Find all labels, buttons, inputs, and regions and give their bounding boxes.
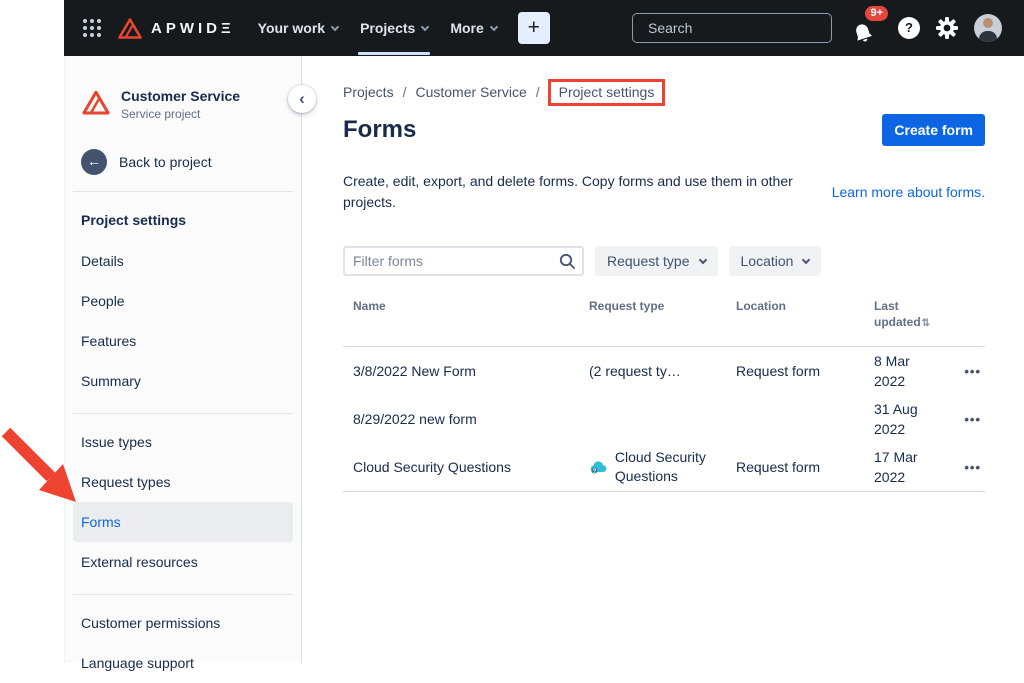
user-avatar[interactable] (974, 14, 1002, 42)
search-input[interactable] (648, 20, 829, 36)
nav-more[interactable]: More (439, 0, 507, 56)
breadcrumb: Projects / Customer Service / Project se… (343, 78, 985, 106)
top-navigation-bar: APWIDΞ Your work Projects More + 9+ ? (64, 0, 1024, 56)
create-plus-button[interactable]: + (518, 12, 550, 44)
create-form-button[interactable]: Create form (882, 114, 985, 146)
more-actions-button[interactable]: ••• (964, 364, 985, 379)
breadcrumb-project-settings[interactable]: Project settings (559, 84, 655, 100)
filter-forms-field (343, 246, 584, 276)
primary-nav: Your work Projects More (247, 0, 508, 56)
form-last-updated: 8 Mar 2022 (864, 351, 946, 391)
table-header-row: Name Request type Location Last updated⇅ (343, 298, 985, 347)
project-type: Service project (121, 107, 240, 121)
form-last-updated: 31 Aug 2022 (864, 399, 946, 439)
table-row: 3/8/2022 New Form (2 request ty… Request… (343, 347, 985, 395)
form-location: Request form (726, 363, 864, 379)
gear-icon (936, 17, 958, 39)
sidebar-divider (73, 413, 293, 414)
sidebar-item-request-types[interactable]: Request types (73, 462, 293, 502)
project-name: Customer Service (121, 88, 240, 104)
table-row: Cloud Security Questions ? Cloud Securit… (343, 443, 985, 491)
sidebar-item-external-resources[interactable]: External resources (73, 542, 293, 582)
chevron-down-icon (331, 22, 339, 30)
chevron-down-icon (698, 255, 706, 263)
chevron-left-icon: ‹ (299, 89, 305, 108)
project-avatar-icon (81, 88, 111, 116)
more-actions-button[interactable]: ••• (964, 460, 985, 475)
apwide-triangle-icon (117, 16, 143, 40)
chevron-down-icon (421, 22, 429, 30)
form-location: Request form (726, 459, 864, 475)
apwide-logo-text: APWIDΞ (151, 20, 235, 37)
search-icon (558, 252, 576, 270)
column-header-location[interactable]: Location (726, 298, 864, 332)
notification-badge: 9+ (865, 6, 888, 21)
column-header-name[interactable]: Name (343, 298, 579, 332)
sidebar-item-details[interactable]: Details (73, 241, 293, 281)
form-name[interactable]: 3/8/2022 New Form (343, 363, 579, 379)
svg-text:?: ? (592, 468, 596, 475)
back-to-project-link[interactable]: ← Back to project (65, 149, 301, 175)
sidebar-item-features[interactable]: Features (73, 321, 293, 361)
page-description: Create, edit, export, and delete forms. … (343, 171, 821, 213)
breadcrumb-projects[interactable]: Projects (343, 84, 394, 100)
project-settings-sidebar: Customer Service Service project ← Back … (64, 56, 302, 663)
main-content: Projects / Customer Service / Project se… (303, 56, 1024, 663)
sort-icon: ⇅ (922, 318, 930, 329)
chevron-down-icon (802, 255, 810, 263)
sidebar-item-people[interactable]: People (73, 281, 293, 321)
bell-icon (849, 19, 877, 47)
location-dropdown[interactable]: Location (729, 246, 822, 276)
form-name[interactable]: 8/29/2022 new form (343, 411, 579, 427)
plus-icon: + (528, 16, 540, 39)
column-header-request-type[interactable]: Request type (579, 298, 726, 332)
back-arrow-icon: ← (81, 149, 107, 175)
breadcrumb-customer-service[interactable]: Customer Service (415, 84, 526, 100)
page-title: Forms (343, 116, 416, 144)
settings-button[interactable] (936, 17, 958, 39)
sidebar-divider (73, 594, 293, 595)
request-type-dropdown[interactable]: Request type (595, 246, 718, 276)
sidebar-collapse-button[interactable]: ‹ (288, 85, 316, 113)
apwide-logo[interactable]: APWIDΞ (117, 16, 235, 40)
question-mark-icon: ? (905, 20, 913, 35)
sidebar-item-summary[interactable]: Summary (73, 361, 293, 401)
form-last-updated: 17 Mar 2022 (864, 447, 946, 487)
sidebar-item-forms[interactable]: Forms (73, 502, 293, 542)
sidebar-item-customer-permissions[interactable]: Customer permissions (73, 603, 293, 643)
chevron-down-icon (490, 22, 498, 30)
sidebar-item-language-support[interactable]: Language support (73, 643, 293, 683)
form-request-type: (2 request ty… (579, 363, 726, 379)
help-button[interactable]: ? (898, 17, 920, 39)
sidebar-item-issue-types[interactable]: Issue types (73, 422, 293, 462)
learn-more-link[interactable]: Learn more about forms. (832, 184, 985, 200)
annotation-box: Project settings (548, 79, 666, 106)
nav-projects[interactable]: Projects (349, 0, 439, 56)
cloud-security-request-type-icon: ? (589, 459, 607, 475)
column-header-last-updated[interactable]: Last updated⇅ (864, 298, 946, 332)
forms-table: Name Request type Location Last updated⇅… (343, 298, 985, 492)
form-request-type: ? Cloud Security Questions (579, 448, 726, 486)
sidebar-section-title: Project settings (65, 192, 301, 241)
global-search[interactable] (632, 13, 832, 43)
notifications-button[interactable]: 9+ (852, 12, 882, 44)
filter-forms-input[interactable] (343, 246, 584, 276)
nav-your-work[interactable]: Your work (247, 0, 349, 56)
project-header: Customer Service Service project (65, 56, 301, 121)
table-row: 8/29/2022 new form 31 Aug 2022 ••• (343, 395, 985, 443)
app-switcher-icon[interactable] (83, 19, 101, 37)
more-actions-button[interactable]: ••• (964, 412, 985, 427)
form-name[interactable]: Cloud Security Questions (343, 459, 579, 475)
